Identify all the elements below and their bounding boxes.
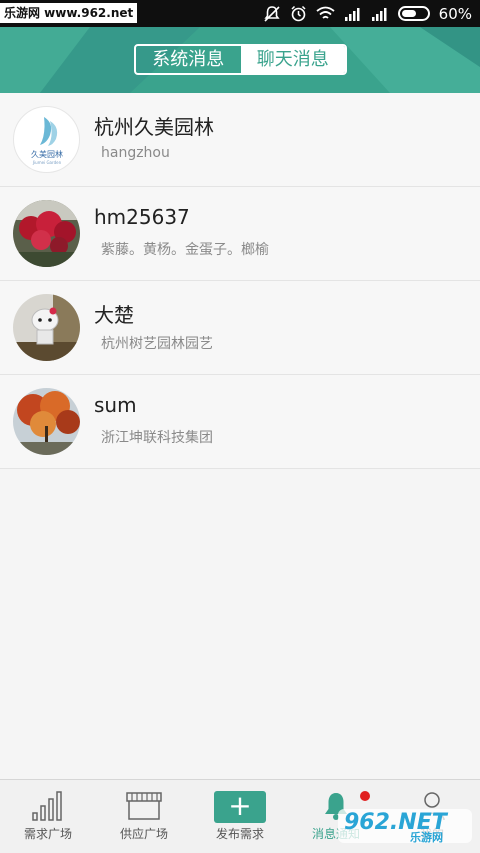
signal-icon: [344, 7, 360, 21]
storefront-icon: [126, 792, 162, 820]
conversation-item[interactable]: 久美园林 Jiumei Garden 杭州久美园林 hangzhou: [0, 93, 480, 187]
svg-text:Jiumei Garden: Jiumei Garden: [32, 160, 62, 165]
contact-subtitle: hangzhou: [101, 145, 170, 161]
status-icons: 60%: [263, 0, 472, 27]
nav-label: 发布需求: [215, 827, 264, 841]
nav-supply-square[interactable]: 供应广场: [96, 780, 192, 853]
contact-name: sum: [94, 393, 137, 417]
contact-subtitle: 浙江坤联科技集团: [101, 430, 213, 446]
nav-publish-demand[interactable]: + 发布需求: [192, 780, 288, 853]
conversation-list: 久美园林 Jiumei Garden 杭州久美园林 hangzhou hm256…: [0, 93, 480, 469]
alarm-icon: [291, 5, 306, 22]
avatar: [13, 388, 80, 455]
tab-system-messages[interactable]: 系统消息: [136, 46, 241, 73]
header-bar: 系统消息 聊天消息: [0, 27, 480, 93]
bar-chart-icon: [32, 791, 62, 821]
unread-badge: [360, 791, 370, 801]
contact-subtitle: 杭州树艺园林园艺: [101, 336, 213, 352]
nav-label: 供应广场: [119, 827, 168, 841]
svg-text:久美园林: 久美园林: [31, 149, 63, 159]
company-logo: 久美园林 Jiumei Garden: [31, 117, 63, 165]
wifi-icon: [316, 6, 335, 19]
avatar-photo: [13, 388, 80, 455]
status-bar: 乐游网 www.962.net 60%: [0, 0, 480, 27]
conversation-item[interactable]: 大楚 杭州树艺园林园艺: [0, 281, 480, 375]
avatar: [13, 200, 80, 267]
nav-demand-square[interactable]: 需求广场: [0, 780, 96, 853]
avatar: 久美园林 Jiumei Garden: [13, 106, 80, 173]
battery-icon: [397, 6, 430, 21]
contact-name: 大楚: [94, 303, 134, 327]
signal-icon-2: [371, 7, 387, 21]
tab-chat-messages[interactable]: 聊天消息: [240, 46, 345, 73]
battery-fill: [401, 10, 416, 17]
watermark-label: 乐游网 www.962.net: [0, 3, 138, 23]
conversation-item[interactable]: sum 浙江坤联科技集团: [0, 375, 480, 469]
contact-name: hm25637: [94, 205, 190, 229]
mute-icon: [264, 5, 280, 22]
avatar-photo: [13, 200, 80, 267]
logo-subtext: 乐游网: [410, 830, 443, 844]
avatar-photo: [13, 294, 80, 361]
contact-name: 杭州久美园林: [94, 115, 214, 139]
conversation-item[interactable]: hm25637 紫藤。黄杨。金蛋子。榔榆: [0, 187, 480, 281]
plus-icon: +: [214, 791, 266, 823]
battery-percent: 60%: [438, 4, 472, 23]
site-watermark-logo: 962.NET 乐游网: [338, 809, 472, 844]
avatar: [13, 294, 80, 361]
nav-label: 需求广场: [23, 827, 72, 841]
message-type-tabs: 系统消息 聊天消息: [134, 44, 347, 75]
contact-subtitle: 紫藤。黄杨。金蛋子。榔榆: [101, 242, 269, 258]
